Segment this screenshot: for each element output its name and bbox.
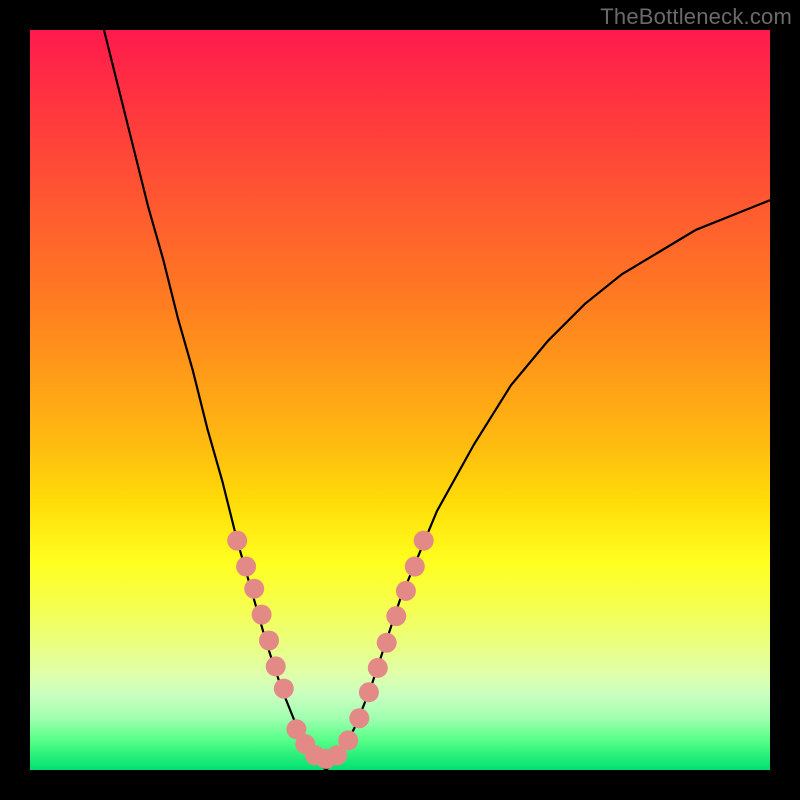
highlight-dot (236, 557, 256, 577)
highlight-dot (227, 531, 247, 551)
highlight-dot (338, 730, 358, 750)
highlight-dot (396, 581, 416, 601)
highlighted-points (227, 531, 434, 769)
highlight-dot (386, 606, 406, 626)
chart-overlay (30, 30, 770, 770)
highlight-dot (405, 557, 425, 577)
highlight-dot (414, 531, 434, 551)
highlight-dot (259, 631, 279, 651)
outer-frame: TheBottleneck.com (0, 0, 800, 800)
highlight-dot (349, 708, 369, 728)
highlight-dot (266, 656, 286, 676)
watermark-text: TheBottleneck.com (600, 4, 792, 30)
highlight-dot (377, 633, 397, 653)
highlight-dot (274, 679, 294, 699)
highlight-dot (368, 658, 388, 678)
plot-area (30, 30, 770, 770)
highlight-dot (252, 605, 272, 625)
highlight-dot (359, 682, 379, 702)
highlight-dot (244, 579, 264, 599)
bottleneck-curve (104, 30, 770, 770)
